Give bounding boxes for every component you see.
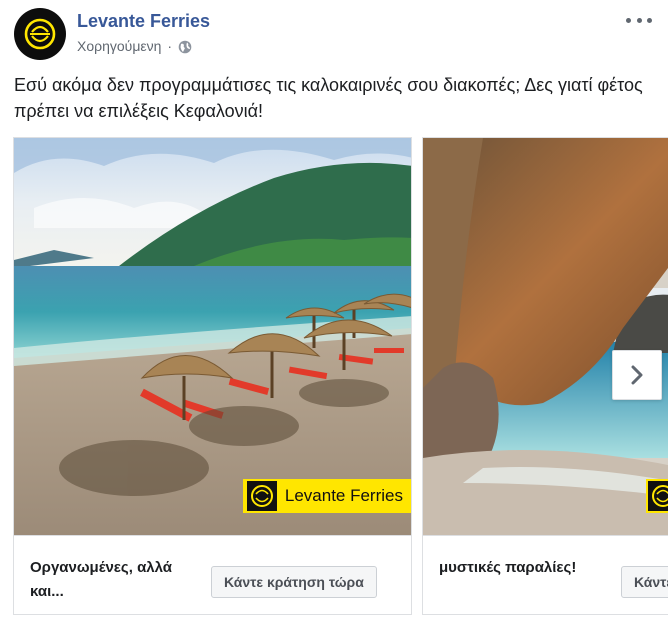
meta-separator: · xyxy=(167,38,173,54)
post-header: Levante Ferries Χορηγούμενη · xyxy=(14,8,654,64)
levante-badge-logo-icon xyxy=(648,481,668,511)
levante-logo-icon xyxy=(24,18,56,50)
levante-badge-logo-icon xyxy=(246,481,277,511)
sponsored-label[interactable]: Χορηγούμενη xyxy=(77,38,161,54)
rocky-cave-beach-image xyxy=(423,138,668,535)
post-meta: Χορηγούμενη · xyxy=(77,38,192,54)
brand-badge-partial xyxy=(646,479,668,513)
brand-badge: Levante Ferries xyxy=(242,479,411,513)
carousel-next-button[interactable] xyxy=(612,350,662,400)
carousel-card-1[interactable]: Levante Ferries Οργανωμένες, αλλά και...… xyxy=(13,137,412,615)
page-avatar[interactable] xyxy=(14,8,66,60)
post-text: Εσύ ακόμα δεν προγραμμάτισες τις καλοκαι… xyxy=(14,75,643,121)
card-title[interactable]: μυστικές παραλίες! xyxy=(439,556,609,580)
card-footer: μυστικές παραλίες! Κάντε κράτηση τώρα xyxy=(423,535,668,614)
beach-umbrellas-image xyxy=(14,138,411,535)
card-title[interactable]: Οργανωμένες, αλλά και... xyxy=(30,556,200,604)
chevron-right-icon xyxy=(631,365,643,385)
page-name-link[interactable]: Levante Ferries xyxy=(77,11,210,32)
globe-icon[interactable] xyxy=(178,40,192,54)
brand-text: Levante Ferries xyxy=(284,486,403,505)
card-image-beach[interactable]: Levante Ferries xyxy=(14,138,411,535)
card-footer: Οργανωμένες, αλλά και... Κάντε κράτηση τ… xyxy=(14,535,411,614)
more-options-icon[interactable] xyxy=(626,12,652,28)
book-now-button[interactable]: Κάντε κράτηση τώρα xyxy=(621,566,668,598)
book-now-button[interactable]: Κάντε κράτηση τώρα xyxy=(211,566,377,598)
card-image-cave[interactable] xyxy=(423,138,668,535)
